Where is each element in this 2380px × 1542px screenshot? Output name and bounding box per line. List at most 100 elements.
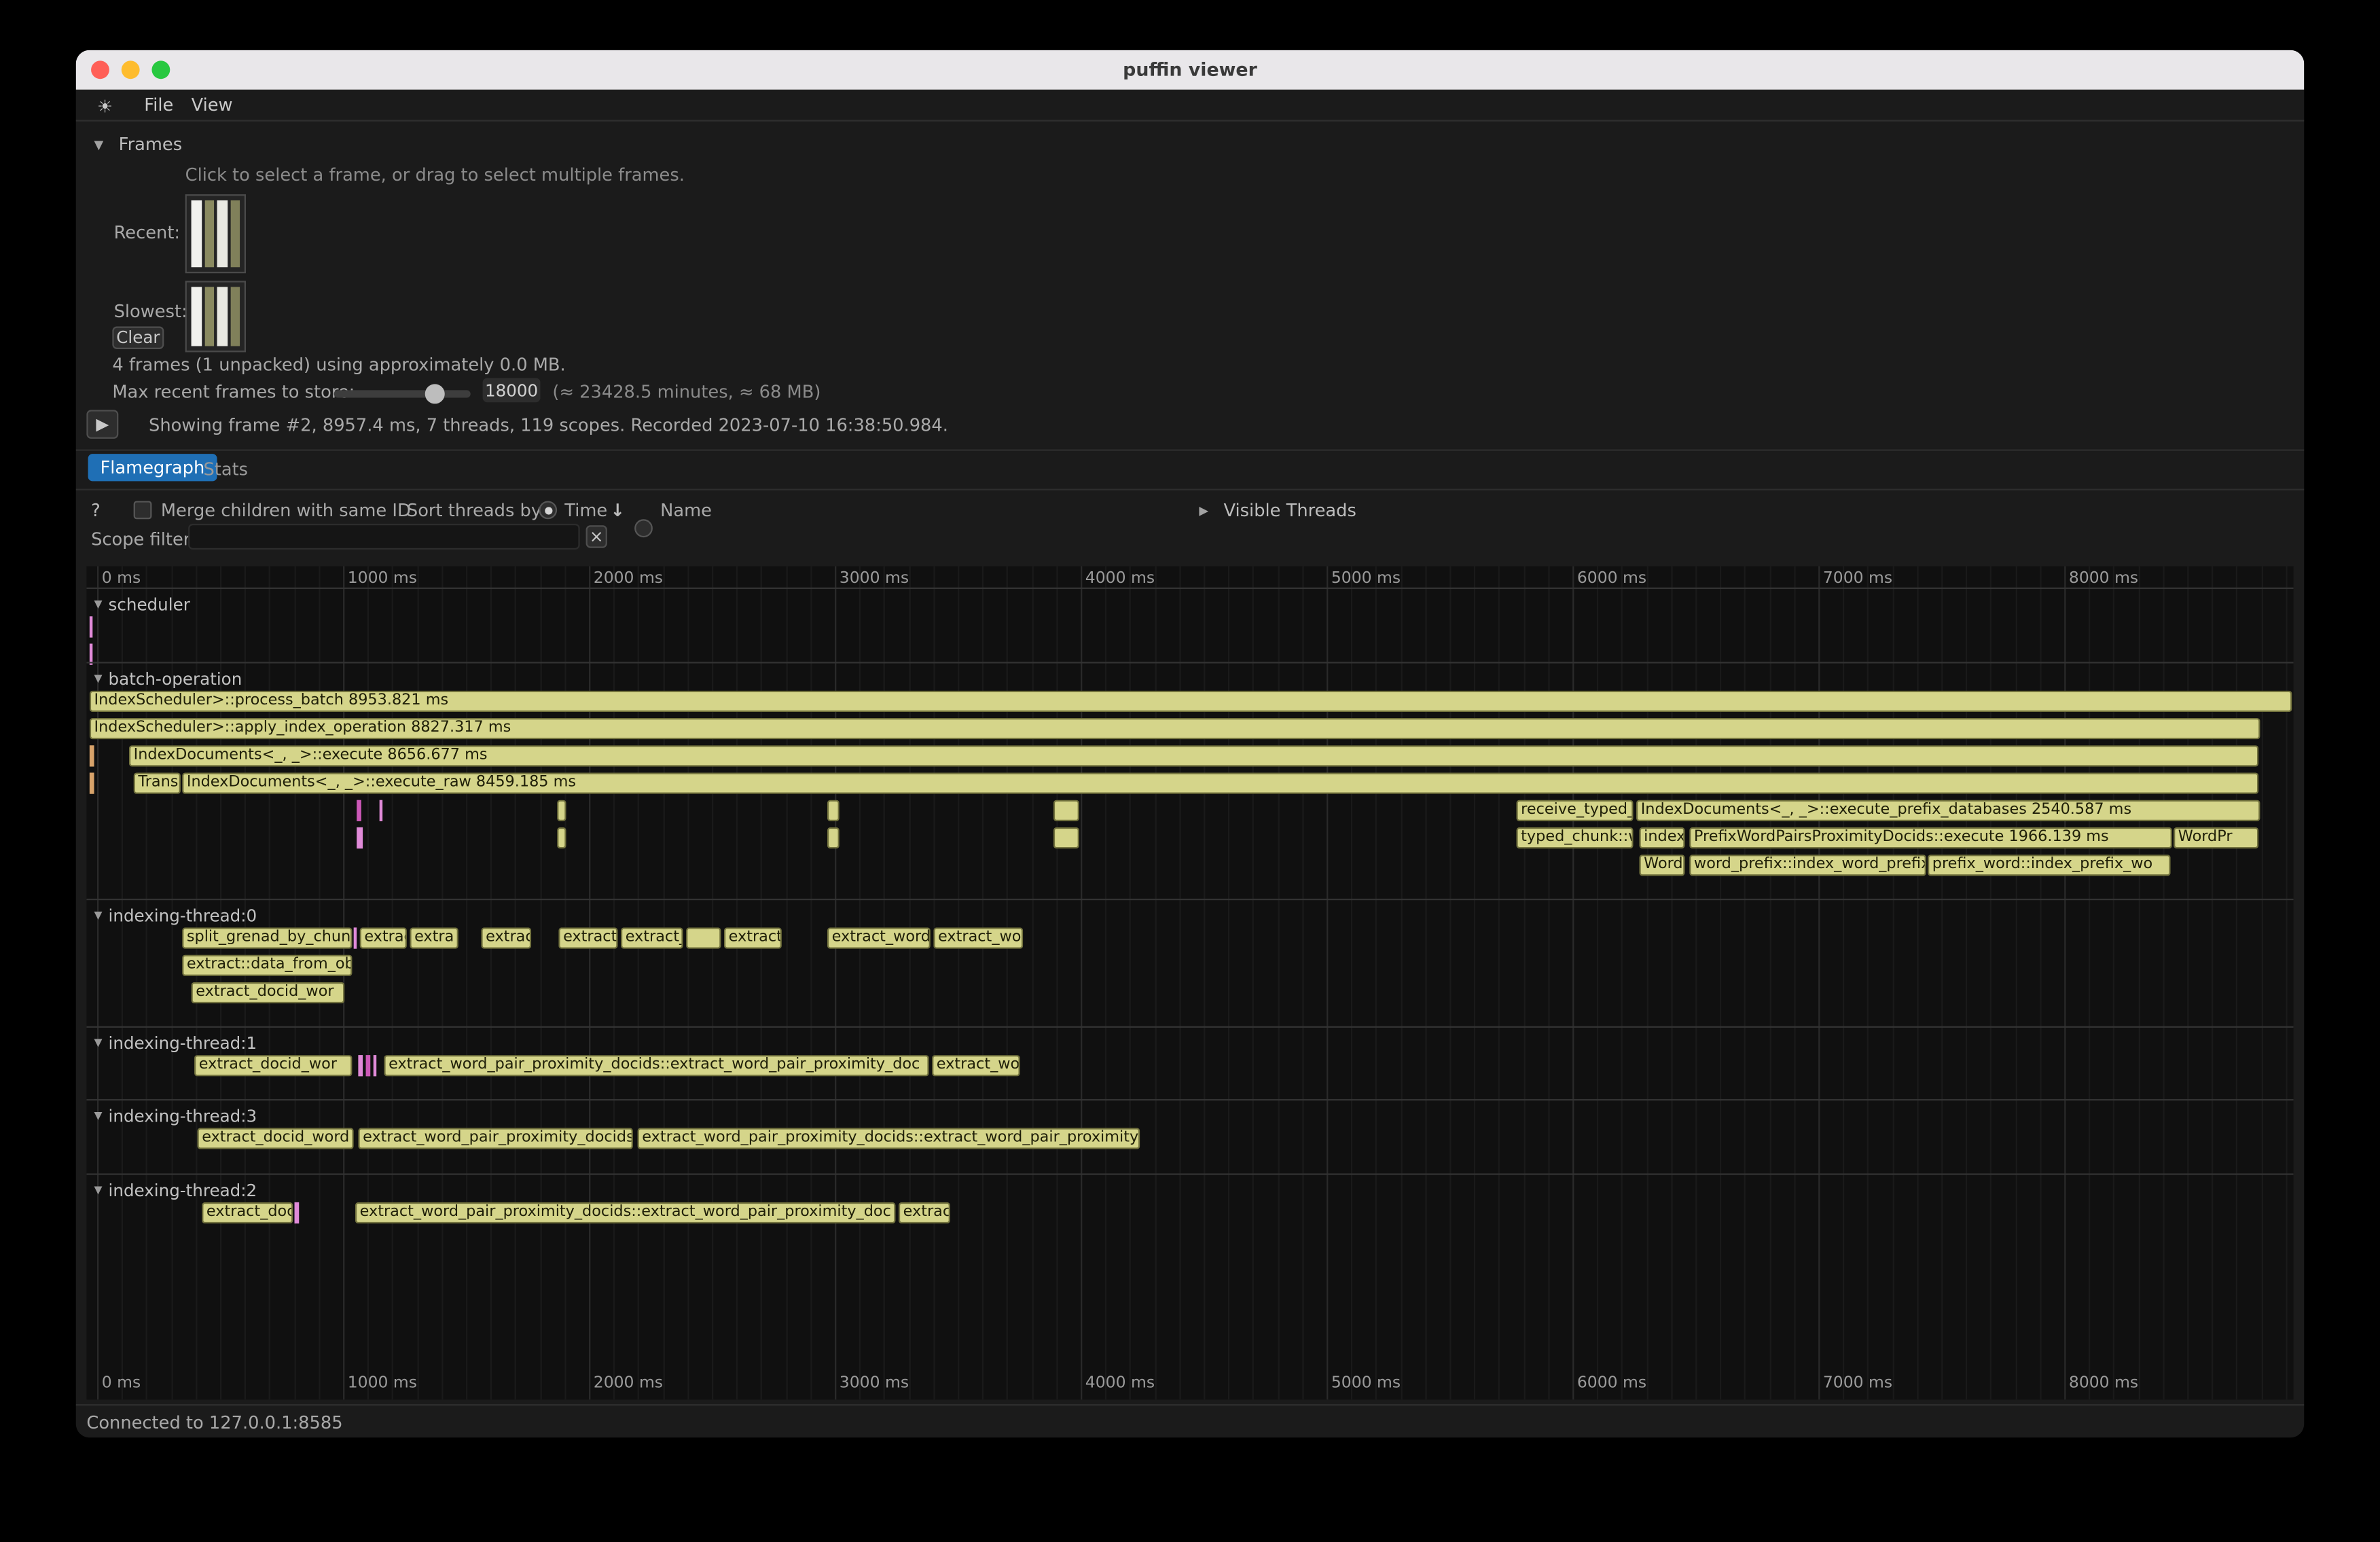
merge-checkbox-label[interactable]: Merge children with same ID (161, 499, 411, 520)
scope-bar[interactable]: index (1639, 827, 1684, 848)
close-button[interactable] (91, 60, 109, 79)
frame-thumbnail-bar (192, 287, 202, 346)
scope-bar[interactable] (90, 772, 94, 793)
merge-checkbox[interactable] (134, 501, 152, 519)
scope-bar[interactable]: prefix_word::index_prefix_wo (1928, 855, 2171, 876)
thread-header-scheduler[interactable]: ▼scheduler (94, 594, 190, 615)
zoom-button[interactable] (151, 60, 170, 79)
scope-bar[interactable]: extract_wo (932, 1055, 1020, 1076)
scope-bar[interactable] (90, 616, 92, 637)
scope-bar[interactable]: IndexScheduler>::process_batch 8953.821 … (90, 691, 2292, 712)
scope-bar[interactable]: word_prefix::index_word_prefix_ (1689, 855, 1926, 876)
scope-bar[interactable]: extra (410, 927, 458, 948)
scope-bar[interactable]: IndexDocuments<_, _>::execute 8656.677 m… (129, 745, 2258, 766)
scope-bar[interactable]: extract_ (621, 927, 683, 948)
scope-bar[interactable] (358, 1055, 363, 1076)
frame-thumbnail-bar (217, 287, 228, 346)
scope-bar[interactable]: IndexDocuments<_, _>::execute_prefix_dat… (1636, 800, 2260, 821)
sort-direction-icon[interactable]: ↓ (610, 499, 625, 520)
clear-filter-button[interactable]: × (586, 525, 607, 548)
clear-button[interactable]: Clear (112, 326, 164, 349)
help-button[interactable]: ? (91, 499, 101, 520)
scope-bar[interactable]: Word (1639, 855, 1684, 876)
title-bar[interactable]: puffin viewer (76, 50, 2305, 90)
sort-name-label[interactable]: Name (660, 499, 712, 520)
scope-bar[interactable] (827, 800, 840, 821)
collapse-down-icon: ▼ (94, 1037, 103, 1049)
minimize-button[interactable] (122, 60, 140, 79)
sort-time-radio[interactable] (539, 501, 557, 519)
slowest-frames-thumbnail[interactable] (185, 281, 246, 352)
scope-bar[interactable]: extract_word_pair_proximity_docids::extr… (638, 1128, 1140, 1149)
thread-separator (86, 662, 2293, 663)
scope-bar[interactable] (557, 800, 566, 821)
theme-toggle-icon[interactable]: ☀ (97, 96, 113, 117)
sort-name-radio[interactable] (634, 519, 653, 537)
frames-section-header[interactable]: ▼ Frames (94, 134, 183, 155)
scope-bar[interactable]: extract_word (827, 927, 931, 948)
scope-bar[interactable]: extract::data_from_ob (182, 955, 352, 976)
scope-bar[interactable] (366, 1055, 371, 1076)
recent-frames-thumbnail[interactable] (185, 194, 246, 273)
max-frames-slider[interactable] (334, 390, 471, 397)
scope-bar[interactable]: extract_docid_wor (192, 982, 345, 1003)
scope-bar[interactable]: extract (360, 927, 407, 948)
scope-bar[interactable]: extract (724, 927, 782, 948)
scope-bar[interactable]: extract_wo (933, 927, 1023, 948)
scope-bar[interactable]: extract_word_pair_proximity_docids::extr… (384, 1055, 928, 1076)
tab-flamegraph[interactable]: Flamegraph (88, 454, 217, 481)
visible-threads-toggle[interactable]: ▶ Visible Threads (1199, 499, 1356, 520)
menu-view[interactable]: View (192, 94, 233, 115)
axis-tick: 3000 ms (840, 1374, 909, 1392)
scope-filter-label: Scope filter: (91, 528, 196, 550)
scope-bar[interactable] (90, 745, 94, 766)
play-button[interactable]: ▶ (86, 410, 118, 438)
thread-header-indexing-thread:0[interactable]: ▼indexing-thread:0 (94, 905, 257, 926)
scope-bar[interactable] (1053, 800, 1079, 821)
scope-bar[interactable]: extrac (481, 927, 531, 948)
max-frames-value[interactable]: 18000 (483, 378, 541, 402)
scope-bar[interactable]: extract_word_pair_proximity_docids::extr… (355, 1202, 896, 1223)
scope-bar[interactable]: PrefixWordPairsProximityDocids::execute … (1689, 827, 2172, 848)
scope-bar[interactable] (380, 800, 382, 821)
thread-header-indexing-thread:3[interactable]: ▼indexing-thread:3 (94, 1105, 257, 1126)
scope-bar[interactable]: extract_docid_word (198, 1128, 354, 1149)
sort-threads-label: Sort threads by: (407, 499, 546, 520)
scope-bar[interactable]: extrac (899, 1202, 950, 1223)
tab-stats[interactable]: Stats (203, 459, 248, 480)
thread-name: indexing-thread:0 (109, 906, 257, 925)
scope-bar[interactable]: Trans (134, 772, 181, 793)
scope-bar[interactable]: split_grenad_by_chun (182, 927, 352, 948)
thread-name: indexing-thread:3 (109, 1106, 257, 1126)
scope-bar[interactable] (1053, 827, 1079, 848)
axis-tick: 2000 ms (594, 1374, 663, 1392)
recent-label: Recent: (114, 221, 180, 243)
scope-bar[interactable]: typed_chunk::w (1516, 827, 1633, 848)
thread-header-indexing-thread:1[interactable]: ▼indexing-thread:1 (94, 1033, 257, 1054)
sort-time-label[interactable]: Time (564, 499, 607, 520)
scope-bar[interactable]: IndexDocuments<_, _>::execute_raw 8459.1… (182, 772, 2258, 793)
scope-bar[interactable] (357, 800, 361, 821)
scope-bar[interactable] (827, 827, 840, 848)
max-frames-slider-knob[interactable] (425, 384, 445, 404)
menu-file[interactable]: File (144, 94, 173, 115)
scope-bar[interactable]: receive_typed_ (1516, 800, 1633, 821)
flamegraph-canvas[interactable]: 0 ms0 ms1000 ms1000 ms2000 ms2000 ms3000… (86, 567, 2293, 1400)
scope-bar[interactable]: WordPr (2174, 827, 2258, 848)
frame-thumbnail-bar (204, 287, 215, 346)
scope-bar[interactable] (557, 827, 566, 848)
scope-bar[interactable] (295, 1202, 300, 1223)
thread-header-batch-operation[interactable]: ▼batch-operation (94, 668, 242, 689)
thread-header-indexing-thread:2[interactable]: ▼indexing-thread:2 (94, 1179, 257, 1200)
scope-bar[interactable]: extract_docid_wor (194, 1055, 352, 1076)
scope-bar[interactable] (374, 1055, 376, 1076)
scope-bar[interactable]: IndexScheduler>::apply_index_operation 8… (90, 718, 2260, 739)
scope-bar[interactable] (354, 927, 357, 948)
axis-tick: 4000 ms (1085, 1374, 1155, 1392)
scope-bar[interactable]: extract_doc (202, 1202, 293, 1223)
scope-bar[interactable] (357, 827, 363, 848)
scope-bar[interactable]: extract_ (558, 927, 617, 948)
scope-bar[interactable]: extract_word_pair_proximity_docids (358, 1128, 632, 1149)
scope-filter-input[interactable] (188, 524, 580, 550)
scope-bar[interactable] (686, 927, 721, 948)
